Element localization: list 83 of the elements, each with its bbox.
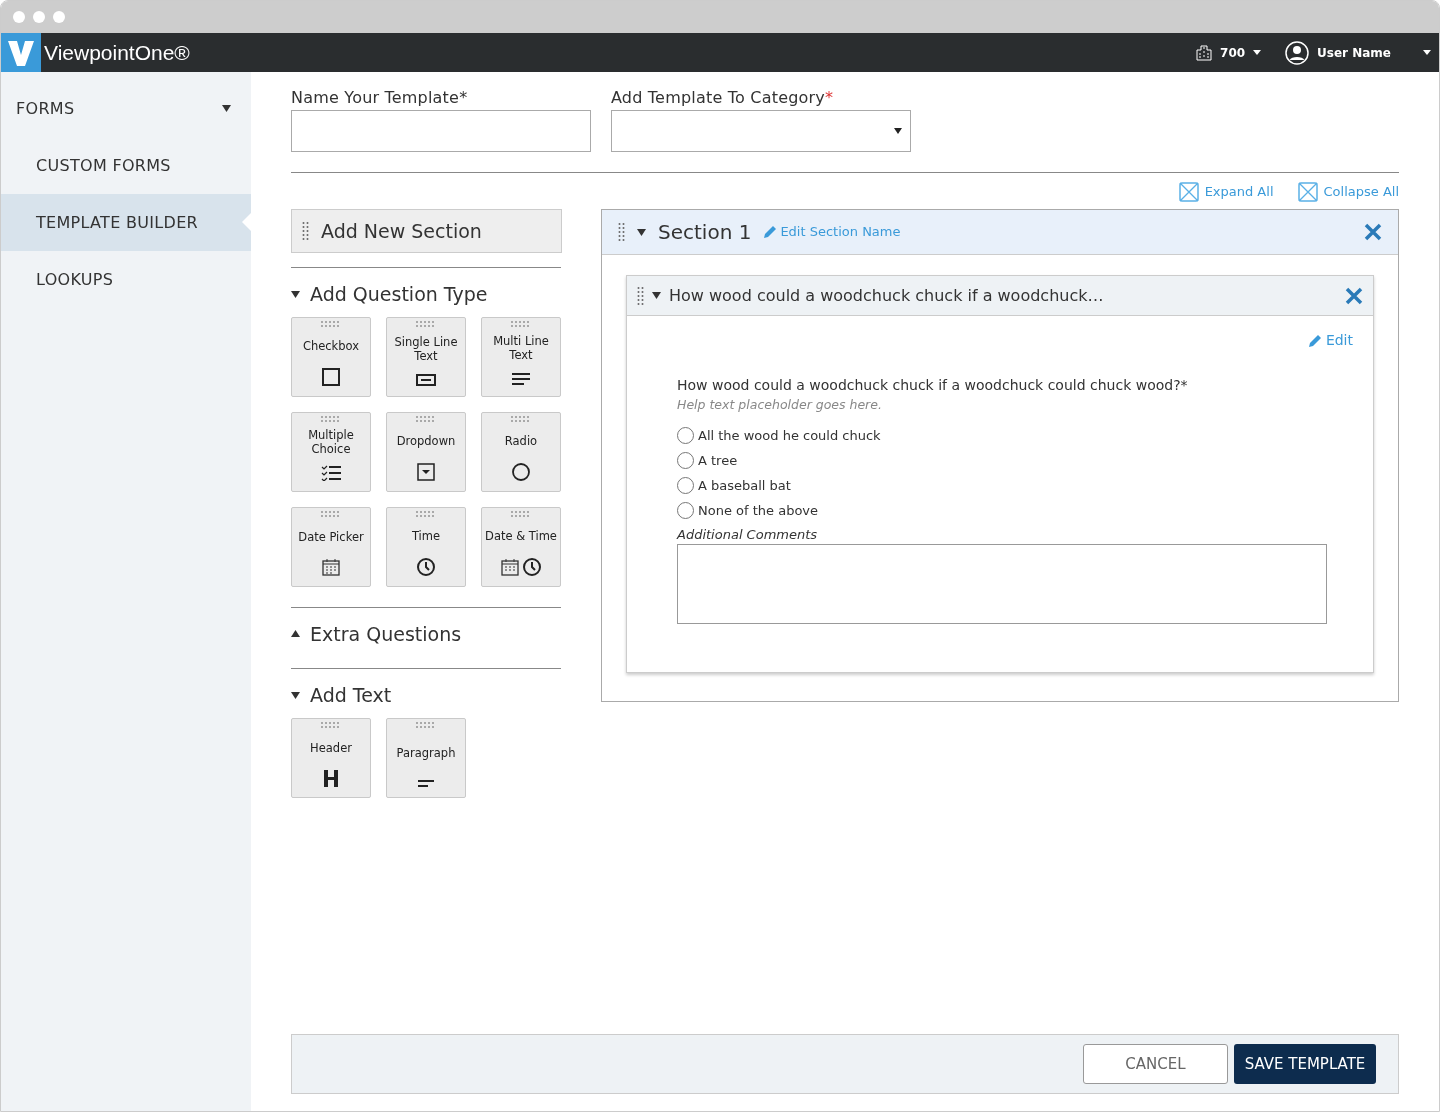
dropdown-icon: [417, 462, 435, 481]
save-template-button[interactable]: SAVE TEMPLATE: [1234, 1044, 1376, 1084]
short-lines-icon: [418, 779, 434, 787]
caret-icon[interactable]: [291, 630, 300, 638]
palette-section-header[interactable]: Add Question Type: [291, 280, 488, 309]
app-title: ViewpointOne®: [44, 39, 190, 66]
radio-option[interactable]: A tree: [677, 447, 1353, 473]
question-type-tile[interactable]: Time: [386, 506, 466, 587]
sidebar-item[interactable]: CUSTOM FORMS: [1, 137, 251, 194]
sidebar-item[interactable]: FORMS: [1, 80, 251, 137]
cancel-button[interactable]: CANCEL: [1083, 1044, 1228, 1084]
add-section-button[interactable]: Add New Section: [291, 209, 562, 253]
drag-handle-icon: [321, 721, 341, 728]
caret-icon[interactable]: [222, 105, 231, 112]
pencil-icon: [1307, 333, 1323, 348]
drag-handle-icon: [511, 510, 531, 517]
drag-handle-icon: [416, 510, 436, 517]
question-title: How wood could a woodchuck chuck if a woodchuck…: [669, 284, 1104, 307]
question-type-tile[interactable]: Date & Time: [481, 506, 561, 587]
company-selector[interactable]: 700: [1220, 43, 1246, 62]
drag-handle-icon: [416, 415, 436, 422]
logo-icon: [1, 33, 41, 72]
drag-handle-icon: [511, 320, 531, 327]
drag-handle-icon[interactable]: [637, 286, 644, 305]
template-name-field[interactable]: [291, 110, 591, 152]
question-type-tile[interactable]: Checkbox: [291, 316, 371, 397]
category-dropdown[interactable]: [611, 110, 911, 152]
checkbox-icon: [322, 367, 340, 386]
question-type-tile[interactable]: Header: [291, 717, 371, 798]
drag-handle-icon: [511, 415, 531, 422]
drag-handle-icon: [416, 320, 436, 327]
caret-icon[interactable]: [1423, 50, 1431, 55]
caret-icon[interactable]: [637, 228, 646, 236]
avatar-icon: [1285, 40, 1310, 65]
sidebar-item[interactable]: TEMPLATE BUILDER: [1, 194, 251, 251]
question-type-tile[interactable]: Paragraph: [386, 717, 466, 798]
question-type-tile[interactable]: Multi Line Text: [481, 316, 561, 397]
question-type-tile[interactable]: Radio: [481, 411, 561, 492]
drag-handle-icon: [416, 721, 436, 728]
sidebar-item[interactable]: LOOKUPS: [1, 251, 251, 308]
radio-option[interactable]: A baseball bat: [677, 472, 1353, 498]
comments-field[interactable]: [677, 544, 1327, 625]
question-type-tile[interactable]: Single Line Text: [386, 316, 466, 397]
caret-icon[interactable]: [652, 292, 661, 299]
field-label: Add Template To Category*: [611, 87, 835, 109]
close-icon: [1345, 286, 1363, 305]
field-label: Name Your Template*: [291, 87, 469, 109]
radio-option[interactable]: None of the above: [677, 497, 1353, 523]
question-text: How wood could a woodchuck chuck if a woodchuck could chuck wood?*: [677, 376, 1189, 395]
lines-icon: [512, 371, 530, 386]
building-icon: [1196, 44, 1213, 61]
pencil-icon: [763, 225, 778, 239]
drag-handle-icon[interactable]: [302, 222, 309, 240]
field-label: Additional Comments: [677, 525, 819, 544]
drag-handle-icon: [321, 320, 341, 327]
header-icon: [324, 769, 338, 787]
checklist-icon: [321, 464, 341, 481]
text-field-icon: [416, 373, 436, 386]
clock-icon: [417, 557, 435, 576]
calendar-clock-icon: [501, 557, 541, 576]
close-button[interactable]: [1345, 286, 1363, 305]
caret-icon[interactable]: [1253, 50, 1262, 55]
drag-handle-icon: [321, 415, 341, 422]
close-icon: [1364, 223, 1382, 241]
radio-option[interactable]: All the wood he could chuck: [677, 422, 1353, 448]
question-type-tile[interactable]: Date Picker: [291, 506, 371, 587]
section-title: Section 1: [658, 219, 752, 246]
caret-icon[interactable]: [291, 691, 300, 699]
caret-icon[interactable]: [291, 290, 300, 298]
calendar-icon: [322, 558, 340, 576]
expand-icon: [1178, 182, 1199, 202]
question-type-tile[interactable]: Multiple Choice: [291, 411, 371, 492]
radio-icon: [512, 462, 530, 481]
palette-section-header[interactable]: Extra Questions: [291, 619, 462, 648]
caret-icon: [894, 128, 902, 134]
collapse-icon: [1297, 182, 1318, 202]
drag-handle-icon[interactable]: [618, 223, 625, 241]
help-text: Help text placeholder goes here.: [677, 396, 883, 414]
palette-section-header[interactable]: Add Text: [291, 681, 392, 710]
drag-handle-icon: [321, 510, 341, 517]
close-button[interactable]: [1364, 223, 1382, 241]
question-type-tile[interactable]: Dropdown: [386, 411, 466, 492]
user-menu[interactable]: User Name: [1317, 43, 1391, 62]
